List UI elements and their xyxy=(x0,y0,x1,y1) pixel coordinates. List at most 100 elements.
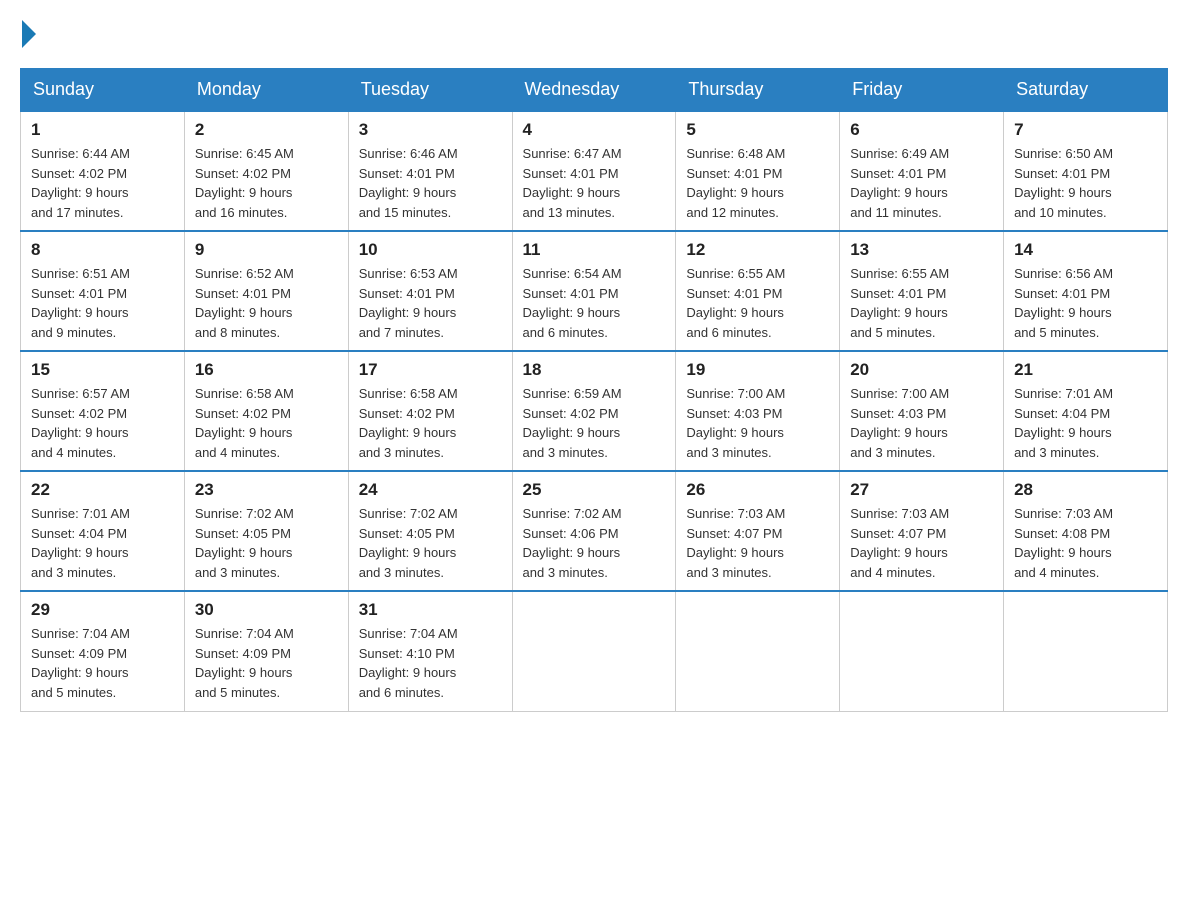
day-info: Sunrise: 6:46 AM Sunset: 4:01 PM Dayligh… xyxy=(359,144,502,222)
day-info: Sunrise: 7:00 AM Sunset: 4:03 PM Dayligh… xyxy=(686,384,829,462)
day-info: Sunrise: 7:03 AM Sunset: 4:08 PM Dayligh… xyxy=(1014,504,1157,582)
calendar-cell: 12 Sunrise: 6:55 AM Sunset: 4:01 PM Dayl… xyxy=(676,231,840,351)
calendar-cell: 5 Sunrise: 6:48 AM Sunset: 4:01 PM Dayli… xyxy=(676,111,840,231)
day-info: Sunrise: 6:48 AM Sunset: 4:01 PM Dayligh… xyxy=(686,144,829,222)
calendar-cell: 20 Sunrise: 7:00 AM Sunset: 4:03 PM Dayl… xyxy=(840,351,1004,471)
calendar-table: SundayMondayTuesdayWednesdayThursdayFrid… xyxy=(20,68,1168,712)
day-info: Sunrise: 7:02 AM Sunset: 4:06 PM Dayligh… xyxy=(523,504,666,582)
calendar-cell: 1 Sunrise: 6:44 AM Sunset: 4:02 PM Dayli… xyxy=(21,111,185,231)
calendar-cell xyxy=(676,591,840,711)
day-info: Sunrise: 6:54 AM Sunset: 4:01 PM Dayligh… xyxy=(523,264,666,342)
calendar-cell: 10 Sunrise: 6:53 AM Sunset: 4:01 PM Dayl… xyxy=(348,231,512,351)
day-info: Sunrise: 6:58 AM Sunset: 4:02 PM Dayligh… xyxy=(195,384,338,462)
day-number: 12 xyxy=(686,240,829,260)
day-number: 30 xyxy=(195,600,338,620)
calendar-cell: 21 Sunrise: 7:01 AM Sunset: 4:04 PM Dayl… xyxy=(1004,351,1168,471)
page-header xyxy=(20,20,1168,48)
calendar-cell: 8 Sunrise: 6:51 AM Sunset: 4:01 PM Dayli… xyxy=(21,231,185,351)
day-number: 29 xyxy=(31,600,174,620)
day-number: 15 xyxy=(31,360,174,380)
day-info: Sunrise: 6:50 AM Sunset: 4:01 PM Dayligh… xyxy=(1014,144,1157,222)
day-number: 10 xyxy=(359,240,502,260)
calendar-header-wednesday: Wednesday xyxy=(512,69,676,112)
day-info: Sunrise: 7:04 AM Sunset: 4:09 PM Dayligh… xyxy=(195,624,338,702)
calendar-cell: 16 Sunrise: 6:58 AM Sunset: 4:02 PM Dayl… xyxy=(184,351,348,471)
day-number: 5 xyxy=(686,120,829,140)
calendar-week-row: 8 Sunrise: 6:51 AM Sunset: 4:01 PM Dayli… xyxy=(21,231,1168,351)
calendar-cell: 27 Sunrise: 7:03 AM Sunset: 4:07 PM Dayl… xyxy=(840,471,1004,591)
day-number: 23 xyxy=(195,480,338,500)
day-info: Sunrise: 6:58 AM Sunset: 4:02 PM Dayligh… xyxy=(359,384,502,462)
day-info: Sunrise: 7:04 AM Sunset: 4:09 PM Dayligh… xyxy=(31,624,174,702)
day-info: Sunrise: 7:02 AM Sunset: 4:05 PM Dayligh… xyxy=(195,504,338,582)
day-info: Sunrise: 6:56 AM Sunset: 4:01 PM Dayligh… xyxy=(1014,264,1157,342)
calendar-cell: 15 Sunrise: 6:57 AM Sunset: 4:02 PM Dayl… xyxy=(21,351,185,471)
calendar-week-row: 15 Sunrise: 6:57 AM Sunset: 4:02 PM Dayl… xyxy=(21,351,1168,471)
logo-text xyxy=(20,20,38,48)
day-info: Sunrise: 7:02 AM Sunset: 4:05 PM Dayligh… xyxy=(359,504,502,582)
calendar-header-row: SundayMondayTuesdayWednesdayThursdayFrid… xyxy=(21,69,1168,112)
day-number: 26 xyxy=(686,480,829,500)
calendar-week-row: 22 Sunrise: 7:01 AM Sunset: 4:04 PM Dayl… xyxy=(21,471,1168,591)
day-number: 8 xyxy=(31,240,174,260)
day-number: 2 xyxy=(195,120,338,140)
day-info: Sunrise: 6:53 AM Sunset: 4:01 PM Dayligh… xyxy=(359,264,502,342)
calendar-week-row: 29 Sunrise: 7:04 AM Sunset: 4:09 PM Dayl… xyxy=(21,591,1168,711)
calendar-cell: 31 Sunrise: 7:04 AM Sunset: 4:10 PM Dayl… xyxy=(348,591,512,711)
day-number: 25 xyxy=(523,480,666,500)
day-number: 20 xyxy=(850,360,993,380)
day-info: Sunrise: 6:59 AM Sunset: 4:02 PM Dayligh… xyxy=(523,384,666,462)
day-info: Sunrise: 7:00 AM Sunset: 4:03 PM Dayligh… xyxy=(850,384,993,462)
calendar-cell: 3 Sunrise: 6:46 AM Sunset: 4:01 PM Dayli… xyxy=(348,111,512,231)
day-info: Sunrise: 7:04 AM Sunset: 4:10 PM Dayligh… xyxy=(359,624,502,702)
calendar-cell: 6 Sunrise: 6:49 AM Sunset: 4:01 PM Dayli… xyxy=(840,111,1004,231)
day-info: Sunrise: 6:55 AM Sunset: 4:01 PM Dayligh… xyxy=(850,264,993,342)
day-number: 22 xyxy=(31,480,174,500)
calendar-cell xyxy=(1004,591,1168,711)
calendar-cell xyxy=(840,591,1004,711)
calendar-cell: 30 Sunrise: 7:04 AM Sunset: 4:09 PM Dayl… xyxy=(184,591,348,711)
calendar-header-sunday: Sunday xyxy=(21,69,185,112)
calendar-cell: 9 Sunrise: 6:52 AM Sunset: 4:01 PM Dayli… xyxy=(184,231,348,351)
calendar-cell: 22 Sunrise: 7:01 AM Sunset: 4:04 PM Dayl… xyxy=(21,471,185,591)
day-info: Sunrise: 6:51 AM Sunset: 4:01 PM Dayligh… xyxy=(31,264,174,342)
calendar-cell xyxy=(512,591,676,711)
calendar-cell: 19 Sunrise: 7:00 AM Sunset: 4:03 PM Dayl… xyxy=(676,351,840,471)
day-info: Sunrise: 6:57 AM Sunset: 4:02 PM Dayligh… xyxy=(31,384,174,462)
day-number: 13 xyxy=(850,240,993,260)
day-info: Sunrise: 6:55 AM Sunset: 4:01 PM Dayligh… xyxy=(686,264,829,342)
day-number: 27 xyxy=(850,480,993,500)
day-number: 4 xyxy=(523,120,666,140)
calendar-cell: 14 Sunrise: 6:56 AM Sunset: 4:01 PM Dayl… xyxy=(1004,231,1168,351)
day-number: 21 xyxy=(1014,360,1157,380)
day-number: 3 xyxy=(359,120,502,140)
calendar-header-monday: Monday xyxy=(184,69,348,112)
day-number: 6 xyxy=(850,120,993,140)
calendar-header-saturday: Saturday xyxy=(1004,69,1168,112)
day-number: 17 xyxy=(359,360,502,380)
calendar-cell: 23 Sunrise: 7:02 AM Sunset: 4:05 PM Dayl… xyxy=(184,471,348,591)
day-number: 9 xyxy=(195,240,338,260)
day-info: Sunrise: 6:49 AM Sunset: 4:01 PM Dayligh… xyxy=(850,144,993,222)
calendar-cell: 24 Sunrise: 7:02 AM Sunset: 4:05 PM Dayl… xyxy=(348,471,512,591)
day-number: 19 xyxy=(686,360,829,380)
day-info: Sunrise: 7:01 AM Sunset: 4:04 PM Dayligh… xyxy=(31,504,174,582)
day-number: 11 xyxy=(523,240,666,260)
day-info: Sunrise: 7:01 AM Sunset: 4:04 PM Dayligh… xyxy=(1014,384,1157,462)
logo-arrow-icon xyxy=(22,20,36,48)
calendar-cell: 4 Sunrise: 6:47 AM Sunset: 4:01 PM Dayli… xyxy=(512,111,676,231)
day-number: 31 xyxy=(359,600,502,620)
day-number: 18 xyxy=(523,360,666,380)
day-info: Sunrise: 6:44 AM Sunset: 4:02 PM Dayligh… xyxy=(31,144,174,222)
calendar-header-thursday: Thursday xyxy=(676,69,840,112)
day-number: 14 xyxy=(1014,240,1157,260)
day-info: Sunrise: 6:45 AM Sunset: 4:02 PM Dayligh… xyxy=(195,144,338,222)
calendar-header-friday: Friday xyxy=(840,69,1004,112)
calendar-cell: 29 Sunrise: 7:04 AM Sunset: 4:09 PM Dayl… xyxy=(21,591,185,711)
day-info: Sunrise: 6:52 AM Sunset: 4:01 PM Dayligh… xyxy=(195,264,338,342)
calendar-header-tuesday: Tuesday xyxy=(348,69,512,112)
day-number: 1 xyxy=(31,120,174,140)
logo xyxy=(20,20,38,48)
calendar-cell: 17 Sunrise: 6:58 AM Sunset: 4:02 PM Dayl… xyxy=(348,351,512,471)
day-number: 7 xyxy=(1014,120,1157,140)
